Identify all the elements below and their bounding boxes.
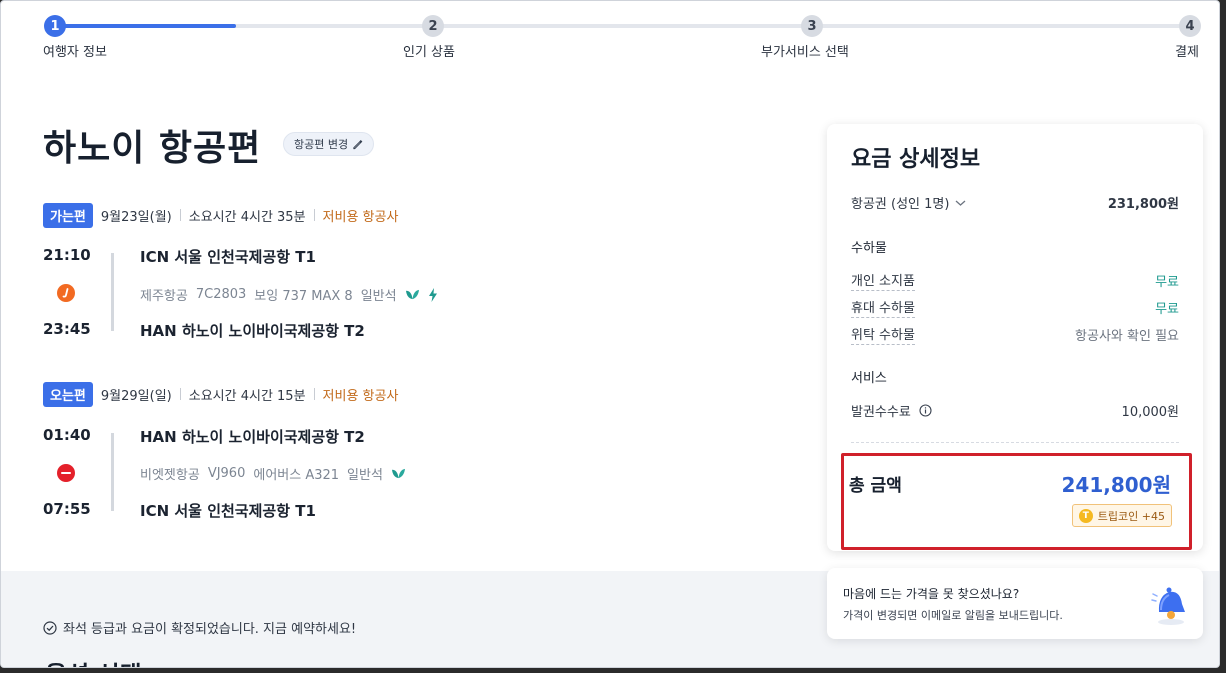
ticket-value: 231,800원 xyxy=(1107,197,1179,212)
service-header: 서비스 xyxy=(851,371,887,386)
inbound-date: 9월29일(일) xyxy=(100,388,172,404)
inbound-depart-time: 01:40 xyxy=(43,426,91,444)
inbound-header: 오는편 9월29일(일) 소요시간 4시간 15분 저비용 항공사 xyxy=(43,381,783,407)
outbound-cabin: 일반석 xyxy=(360,289,397,304)
ticket-label-wrap: 항공권 (성인 1명) xyxy=(851,193,966,212)
route-line xyxy=(111,433,114,511)
inbound-duration: 소요시간 4시간 15분 xyxy=(188,388,306,404)
total-highlight-box xyxy=(841,453,1192,550)
chevron-down-icon xyxy=(956,200,966,206)
divider xyxy=(179,209,181,221)
page-title: 하노이 항공편 xyxy=(43,128,262,169)
baggage-label[interactable]: 위탁 수하물 xyxy=(851,324,915,345)
outbound-aircraft: 보잉 737 MAX 8 xyxy=(254,289,353,304)
inbound-badge: 오는편 xyxy=(43,381,93,407)
power-icon xyxy=(428,287,437,302)
baggage-value: 무료 xyxy=(1155,275,1179,290)
inbound-flight-info: 비엣젯항공 VJ960 에어버스 A321 일반석 xyxy=(140,464,406,483)
step-4-label: 결제 xyxy=(1175,45,1199,60)
outbound-depart-time: 21:10 xyxy=(43,246,91,264)
tripcoin-badge: T 트립코인 +45 xyxy=(1071,504,1172,527)
inbound-depart-airport: HAN 하노이 노이바이국제공항 T2 xyxy=(140,428,365,446)
inbound-arrive-airport: ICN 서울 인천국제공항 T1 xyxy=(140,502,316,520)
step-1-number: 1 xyxy=(44,15,66,37)
divider xyxy=(313,209,315,221)
step-2-number: 2 xyxy=(422,15,444,37)
outbound-leg: 가는편 9월23일(월) 소요시간 4시간 35분 저비용 항공사 21:10 … xyxy=(43,202,783,353)
service-row: 발권수수료 10,000원 xyxy=(851,401,1179,420)
divider xyxy=(313,388,315,400)
pencil-icon xyxy=(353,139,363,149)
change-flight-label: 항공편 변경 xyxy=(294,138,349,151)
step-3-label: 부가서비스 선택 xyxy=(761,45,849,60)
baggage-label[interactable]: 개인 소지품 xyxy=(851,270,915,291)
bell-icon xyxy=(1151,587,1185,625)
divider xyxy=(179,388,181,400)
outbound-flight-number: 7C2803 xyxy=(195,287,247,302)
baggage-value: 항공사와 확인 필요 xyxy=(1075,329,1179,344)
outbound-duration: 소요시간 4시간 35분 xyxy=(188,209,306,225)
outbound-arrive-airport: HAN 하노이 노이바이국제공항 T2 xyxy=(140,322,365,340)
confirm-message: 좌석 등급과 요금이 확정되었습니다. 지금 예약하세요! xyxy=(43,618,356,637)
progress-track xyxy=(55,24,1188,28)
baggage-row: 휴대 수하물 무료 xyxy=(851,297,1179,318)
inbound-flight-number: VJ960 xyxy=(207,466,246,481)
baggage-label[interactable]: 휴대 수하물 xyxy=(851,297,915,318)
inbound-arrive-time: 07:55 xyxy=(43,500,91,518)
total-value: 241,800원 xyxy=(1061,473,1172,497)
change-flight-button[interactable]: 항공편 변경 xyxy=(283,132,375,156)
booking-page: 1 여행자 정보 2 인기 상품 3 부가서비스 선택 4 결제 하노이 항공편… xyxy=(0,0,1220,668)
tripcoin-label: 트립코인 +45 xyxy=(1097,509,1165,523)
inbound-cabin: 일반석 xyxy=(347,468,383,483)
leaf-icon xyxy=(391,468,405,479)
price-alert-title: 마음에 드는 가격을 못 찾으셨나요? xyxy=(843,587,1020,601)
divider xyxy=(851,442,1179,443)
progress-stepper: 1 여행자 정보 2 인기 상품 3 부가서비스 선택 4 결제 xyxy=(1,13,1219,63)
fare-title: 요금 상세정보 xyxy=(851,147,981,172)
ticket-label: 항공권 (성인 1명) xyxy=(851,197,950,212)
step-4-number: 4 xyxy=(1179,15,1201,37)
ticket-row[interactable]: 항공권 (성인 1명) 231,800원 xyxy=(851,193,1179,212)
outbound-badge: 가는편 xyxy=(43,202,93,228)
outbound-lowcost-tag: 저비용 항공사 xyxy=(322,209,399,225)
price-alert-card[interactable]: 마음에 드는 가격을 못 찾으셨나요? 가격이 변경되면 이메일로 알림을 보내… xyxy=(827,568,1203,639)
outbound-airline: 제주항공 xyxy=(140,289,188,304)
step-1-label: 여행자 정보 xyxy=(43,45,107,60)
progress-fill xyxy=(55,24,237,28)
confirm-text: 좌석 등급과 요금이 확정되었습니다. 지금 예약하세요! xyxy=(63,622,357,637)
leaf-icon xyxy=(405,289,419,300)
inbound-aircraft: 에어버스 A321 xyxy=(253,468,340,483)
jeju-air-logo-icon xyxy=(57,284,75,302)
outbound-header: 가는편 9월23일(월) 소요시간 4시간 35분 저비용 항공사 xyxy=(43,202,783,228)
outbound-flight-info: 제주항공 7C2803 보잉 737 MAX 8 일반석 xyxy=(140,285,438,304)
tripcoin-icon: T xyxy=(1078,508,1093,523)
service-value: 10,000원 xyxy=(1121,405,1179,420)
price-alert-body: 가격이 변경되면 이메일로 알림을 보내드립니다. xyxy=(843,609,1063,622)
option-section-title: 옵션 선택 xyxy=(45,655,142,667)
check-circle-icon xyxy=(43,620,57,635)
baggage-row: 개인 소지품 무료 xyxy=(851,270,1179,291)
baggage-header: 수하물 xyxy=(851,241,887,256)
step-3-number: 3 xyxy=(801,15,823,37)
inbound-leg: 오는편 9월29일(일) 소요시간 4시간 15분 저비용 항공사 01:40 … xyxy=(43,381,783,532)
vietjet-logo-icon xyxy=(57,464,75,482)
outbound-date: 9월23일(월) xyxy=(100,209,172,225)
total-label: 총 금액 xyxy=(849,476,902,496)
outbound-depart-airport: ICN 서울 인천국제공항 T1 xyxy=(140,248,316,266)
service-label-wrap: 발권수수료 xyxy=(851,401,932,420)
baggage-row: 위탁 수하물 항공사와 확인 필요 xyxy=(851,324,1179,345)
outbound-arrive-time: 23:45 xyxy=(43,320,91,338)
inbound-airline: 비엣젯항공 xyxy=(140,468,200,483)
inbound-lowcost-tag: 저비용 항공사 xyxy=(322,388,399,404)
info-icon[interactable] xyxy=(919,404,932,417)
route-line xyxy=(111,253,114,331)
service-label: 발권수수료 xyxy=(851,405,911,420)
step-2-label: 인기 상품 xyxy=(403,45,455,60)
baggage-value: 무료 xyxy=(1155,302,1179,317)
